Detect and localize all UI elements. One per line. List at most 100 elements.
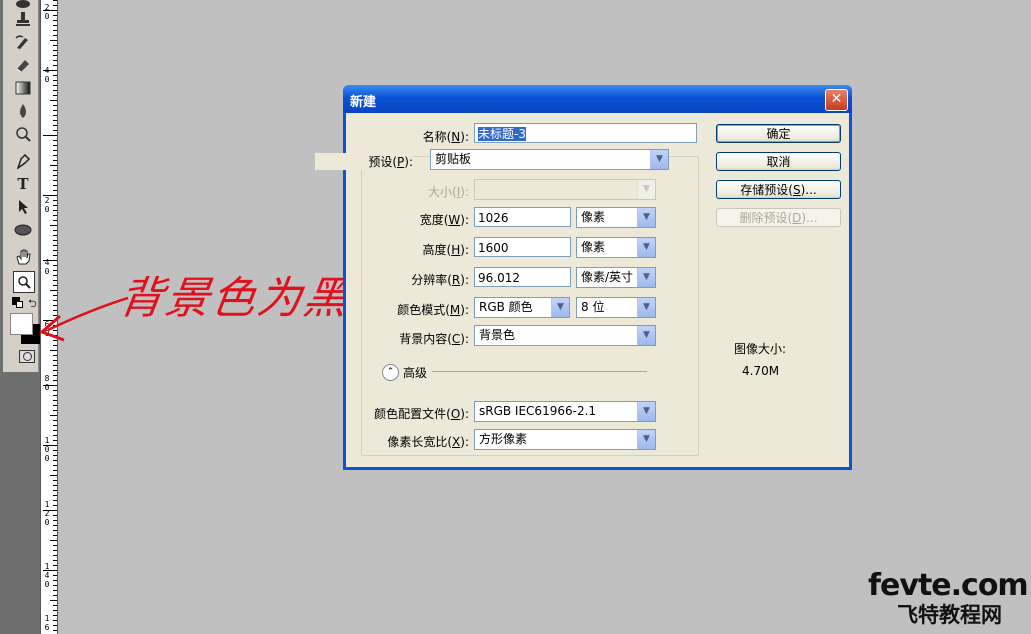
ruler-tick [53,515,57,516]
name-label: 名称(N): [422,130,469,144]
ruler-tick [53,395,57,396]
ruler-tick [53,465,57,466]
ruler-digit: 8 [44,374,50,383]
height-field[interactable]: 1600 [474,237,571,257]
advanced-label: 高级 [403,366,428,380]
chevron-down-icon[interactable]: ▼ [637,298,655,317]
cancel-button[interactable]: 取消 [716,152,841,171]
type-icon[interactable]: T [12,174,34,194]
chevron-down-icon[interactable]: ▼ [637,208,655,227]
ruler-tick [53,110,57,111]
clone-stamp-icon[interactable] [12,9,34,29]
pen-icon[interactable] [12,151,34,171]
ruler-tick [53,625,57,626]
ruler-tick [50,415,57,416]
dodge-icon[interactable] [12,124,34,144]
ruler-tick [53,155,57,156]
path-select-icon[interactable] [12,197,34,217]
chevron-down-icon[interactable]: ▼ [637,238,655,257]
ruler-tick [53,365,57,366]
ruler-label: 140 [43,562,51,589]
width-unit-select[interactable]: 像素 ▼ [576,207,656,228]
ruler-tick [53,565,57,566]
ruler-tick [53,400,57,401]
ruler-digit: 0 [44,12,50,21]
ruler-tick [53,460,57,461]
ruler-tick [53,500,57,501]
name-field[interactable]: 未标题-3 [474,123,697,143]
ruler-tick [53,480,57,481]
chevron-down-icon[interactable]: ▼ [637,430,655,449]
ok-button[interactable]: 确定 [716,124,841,143]
gradient-icon[interactable] [12,78,34,98]
chevron-down-icon[interactable]: ▼ [551,298,569,317]
pixel-aspect-select[interactable]: 方形像素 ▼ [474,429,656,450]
ruler-tick [53,145,57,146]
ruler-tick [53,390,57,391]
ruler-tick [53,250,57,251]
ruler-tick [53,630,57,631]
default-colors-bg-icon [16,301,23,308]
image-size-label: 图像大小: [734,342,787,356]
ruler-digit: 6 [44,623,50,632]
hand-icon[interactable] [12,247,34,267]
ruler-tick [53,470,57,471]
save-preset-button[interactable]: 存储预设(S)... [716,180,841,199]
ruler-tick [53,485,57,486]
ruler-digit: 0 [44,267,50,276]
height-unit-select[interactable]: 像素 ▼ [576,237,656,258]
bit-depth-select[interactable]: 8 位 ▼ [576,297,656,318]
ruler-digit: 2 [44,3,50,12]
color-profile-select[interactable]: sRGB IEC61966-2.1 ▼ [474,401,656,422]
ruler-tick [53,185,57,186]
ruler-tick [53,60,57,61]
chevron-down-icon[interactable]: ▼ [637,402,655,421]
chevron-down-icon[interactable]: ▼ [637,326,655,345]
ruler-tick [50,540,57,541]
blur-icon[interactable] [12,101,34,121]
chevron-down-icon[interactable]: ▼ [650,150,668,169]
ruler-digit: 1 [44,562,50,571]
resolution-label: 分辨率(R): [411,273,469,287]
resolution-unit-select[interactable]: 像素/英寸 ▼ [576,267,656,288]
ruler-tick [53,130,57,131]
ruler-tick [53,200,57,201]
preset-select[interactable]: 剪贴板 ▼ [430,149,669,170]
ruler-digit: 1 [44,436,50,445]
ruler-tick [53,55,57,56]
ruler-tick [43,135,57,136]
color-mode-select[interactable]: RGB 颜色 ▼ [474,297,570,318]
ruler-tick [53,45,57,46]
ruler-tick [53,580,57,581]
ruler-label: 20 [43,3,51,21]
ruler-label: 40 [43,258,51,276]
ruler-tick [50,225,57,226]
ruler-tick [53,65,57,66]
ruler-tick [53,550,57,551]
ruler-digit: 0 [44,445,50,454]
width-field[interactable]: 1026 [474,207,571,227]
ellipse-icon[interactable] [12,220,34,240]
history-brush-icon[interactable] [12,32,34,52]
watermark-logo: fevte.com [868,568,1029,603]
ruler-tick [50,40,57,41]
ruler-tick [53,30,57,31]
ruler-tick [53,435,57,436]
ruler-label: 16 [43,614,51,632]
ruler-tick [53,555,57,556]
dialog-titlebar[interactable]: 新建 ✕ [343,85,852,113]
ruler-tick [53,115,57,116]
chevron-down-icon[interactable]: ▼ [637,268,655,287]
ruler-tick [53,105,57,106]
ruler-tick [53,75,57,76]
advanced-toggle-button[interactable]: ⌃ [382,364,399,381]
ruler-label: 100 [43,436,51,463]
ruler-tick [53,620,57,621]
close-button[interactable]: ✕ [825,89,848,111]
resolution-field[interactable]: 96.012 [474,267,571,287]
ruler-tick [53,405,57,406]
size-label: 大小(I): [428,185,469,199]
ruler-tick [53,575,57,576]
background-contents-select[interactable]: 背景色 ▼ [474,325,656,346]
eraser-icon[interactable] [12,55,34,75]
